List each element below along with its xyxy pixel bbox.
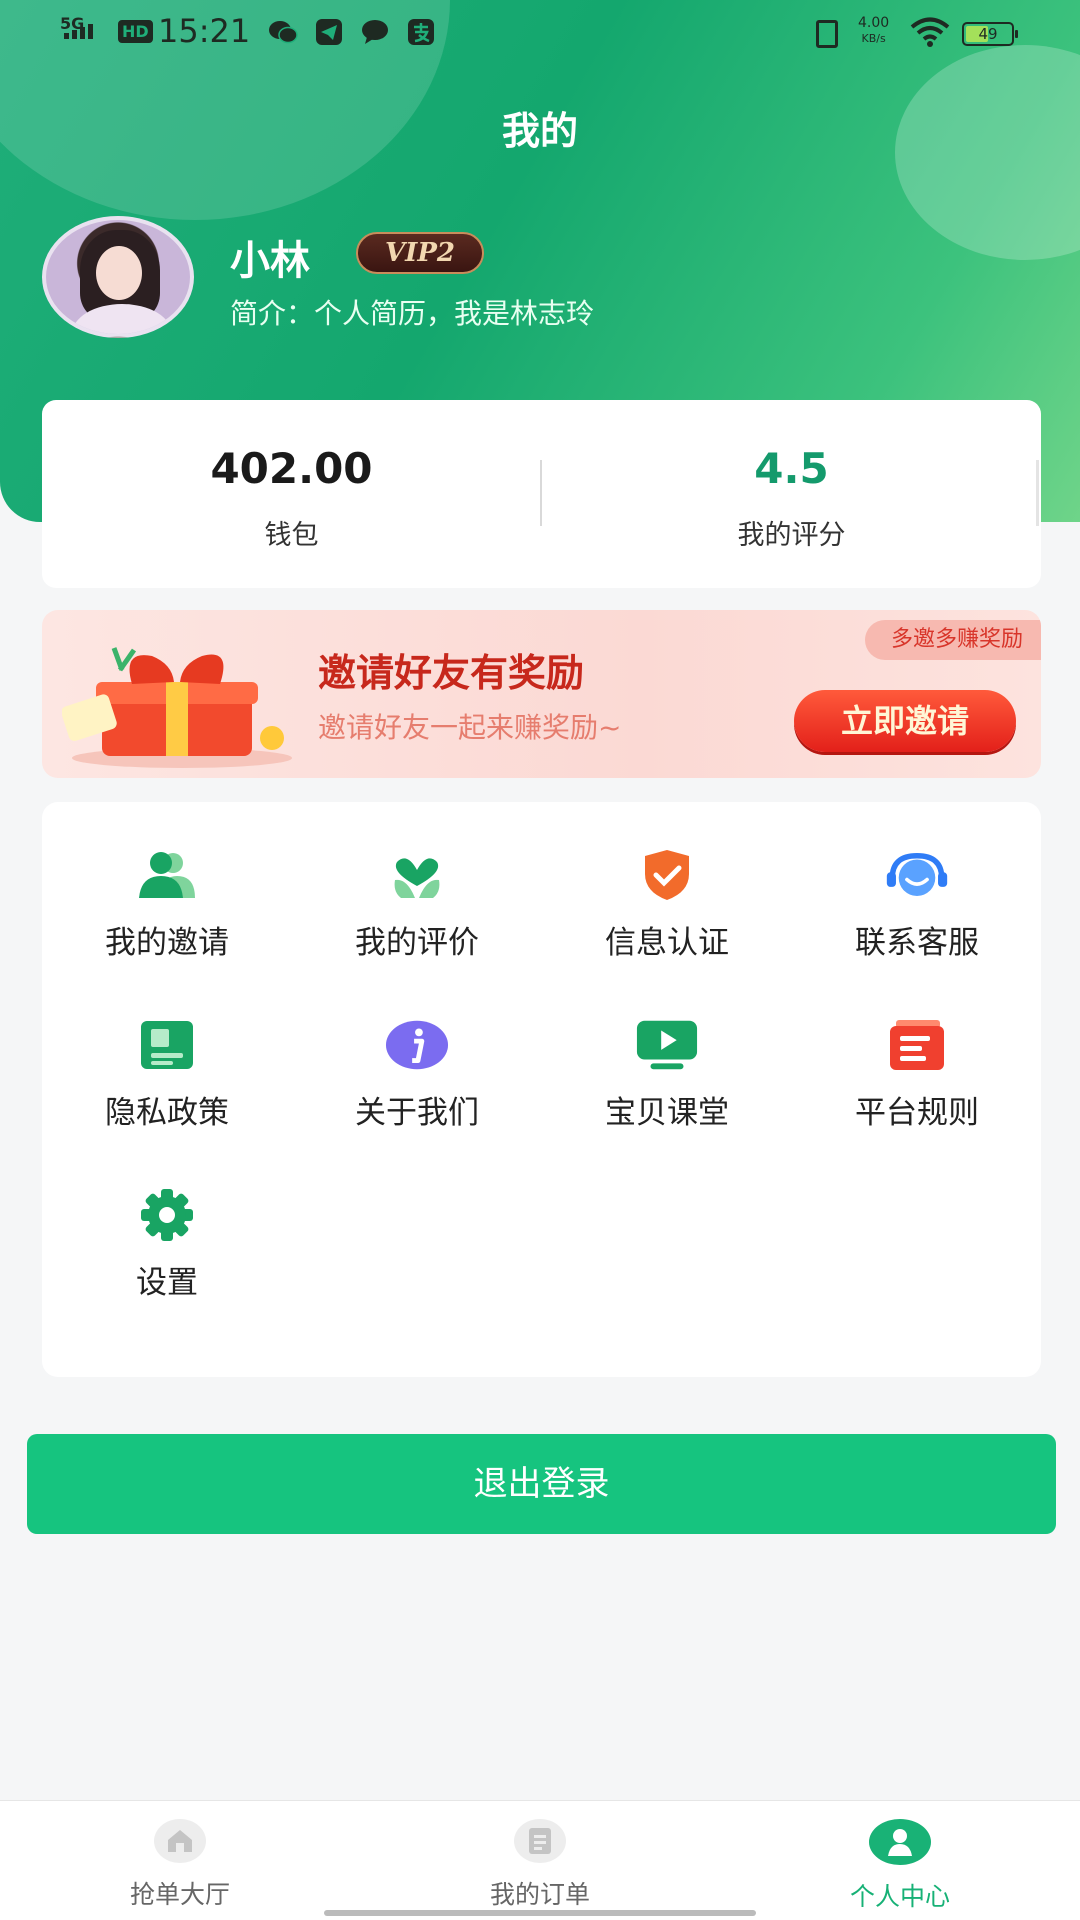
notification-icons: [268, 18, 436, 46]
gear-icon: [135, 1187, 199, 1243]
rating-label: 我的评分: [737, 520, 846, 551]
wallet-label: 钱包: [264, 520, 319, 551]
battery-icon: 49: [962, 22, 1018, 46]
telegram-icon: [314, 18, 344, 46]
wifi-icon: [910, 16, 950, 52]
vibrate-icon: [816, 20, 838, 48]
stats-card: 402.00 钱包 4.5 我的评分: [42, 400, 1041, 588]
home-icon: [154, 1819, 206, 1863]
menu-item-label: 联系客服: [855, 925, 979, 961]
heart-plant-icon: [385, 847, 449, 903]
tab-personal-center[interactable]: 个人中心: [720, 1819, 1080, 1913]
menu-item-platform-rules[interactable]: 平台规则: [792, 1017, 1042, 1147]
invite-banner[interactable]: 多邀多赚奖励 邀请好友有奖励 邀请好友一起来赚奖励~ 立即邀请: [42, 610, 1041, 778]
users-icon: [135, 847, 199, 903]
menu-item-baby-class[interactable]: 宝贝课堂: [542, 1017, 792, 1147]
menu-item-settings[interactable]: 设置: [42, 1187, 292, 1317]
tab-label: 我的订单: [489, 1880, 590, 1909]
tab-label: 个人中心: [849, 1882, 950, 1911]
menu-item-privacy-policy[interactable]: 隐私政策: [42, 1017, 292, 1147]
page-title: 我的: [501, 109, 578, 153]
menu-item-label: 平台规则: [855, 1095, 979, 1131]
avatar[interactable]: [42, 216, 194, 338]
menu-item-label: 设置: [136, 1265, 198, 1301]
banner-title: 邀请好友有奖励: [318, 651, 585, 695]
menu-item-label: 关于我们: [355, 1095, 479, 1131]
menu-item-label: 我的评价: [355, 925, 479, 961]
document-icon: [135, 1017, 199, 1073]
logout-button[interactable]: 退出登录: [27, 1434, 1056, 1534]
rules-list-icon: [885, 1017, 949, 1073]
invite-now-button[interactable]: 立即邀请: [794, 690, 1016, 752]
vip-badge: VIP2: [356, 232, 484, 274]
order-list-icon: [514, 1819, 566, 1863]
status-time: 15:21: [158, 12, 251, 50]
stats-edge: [1036, 460, 1039, 526]
wallet-stat[interactable]: 402.00 钱包: [42, 444, 541, 552]
avatar-face: [96, 246, 142, 300]
wechat-icon: [268, 18, 298, 46]
rating-value: 4.5: [754, 444, 829, 493]
menu-item-label: 信息认证: [605, 925, 729, 961]
menu-item-customer-service[interactable]: 联系客服: [792, 847, 1042, 977]
headset-icon: [885, 847, 949, 903]
message-icon: [360, 18, 390, 46]
alipay-icon: [406, 18, 436, 46]
menu-card: 我的邀请 我的评价 信息认证 联系客服 隐私政策 关于我们 宝贝课堂 平台规则 …: [42, 802, 1041, 1377]
wallet-value: 402.00: [210, 444, 373, 493]
menu-item-about-us[interactable]: 关于我们: [292, 1017, 542, 1147]
signal-icon: [64, 24, 93, 39]
network-speed: 4.00 KB/s: [858, 16, 889, 46]
gift-box-icon: [62, 647, 292, 768]
menu-item-verification[interactable]: 信息认证: [542, 847, 792, 977]
menu-item-label: 我的邀请: [105, 925, 229, 961]
user-name: 小林: [230, 238, 310, 284]
banner-subtitle: 邀请好友一起来赚奖励~: [318, 711, 622, 744]
home-indicator[interactable]: [324, 1910, 756, 1916]
tab-order-hall[interactable]: 抢单大厅: [0, 1819, 360, 1911]
info-icon: [385, 1017, 449, 1073]
shield-check-icon: [635, 847, 699, 903]
bottom-tab-bar: 抢单大厅 我的订单 个人中心: [0, 1800, 1080, 1920]
network-speed-value: 4.00: [858, 15, 890, 31]
menu-item-label: 宝贝课堂: [605, 1095, 729, 1131]
status-bar: 5G HD 15:21 4.00 KB/s 49: [0, 0, 1080, 66]
tab-label: 抢单大厅: [129, 1880, 230, 1909]
menu-item-label: 隐私政策: [105, 1095, 229, 1131]
menu-item-my-invites[interactable]: 我的邀请: [42, 847, 292, 977]
video-play-icon: [635, 1017, 699, 1073]
tab-my-orders[interactable]: 我的订单: [360, 1819, 720, 1911]
menu-item-my-reviews[interactable]: 我的评价: [292, 847, 542, 977]
hd-icon: HD: [118, 20, 153, 43]
rating-stat[interactable]: 4.5 我的评分: [542, 444, 1041, 552]
battery-level: 49: [978, 25, 998, 43]
network-speed-unit: KB/s: [861, 32, 886, 45]
banner-tag: 多邀多赚奖励: [864, 620, 1041, 660]
user-bio: 简介：个人简历，我是林志玲: [230, 297, 595, 330]
person-icon: [869, 1819, 931, 1865]
